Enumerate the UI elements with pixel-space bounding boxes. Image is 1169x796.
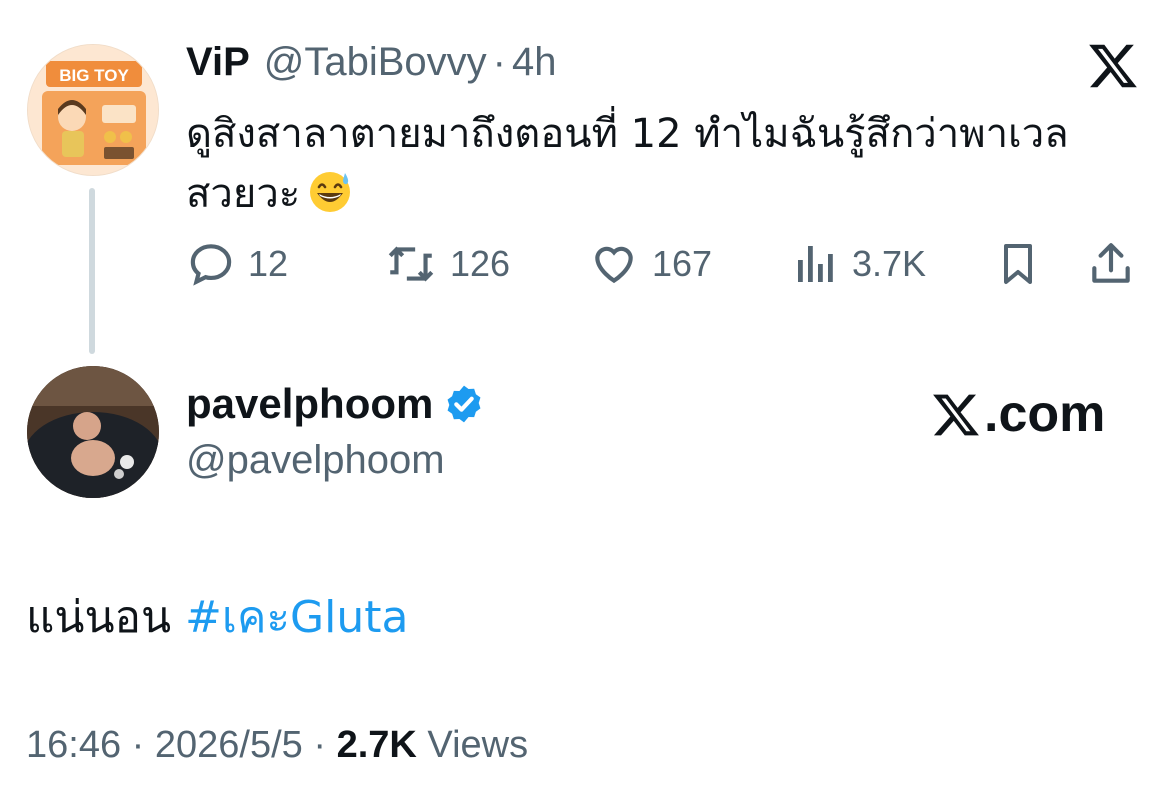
- avatar-photo: [27, 366, 159, 498]
- like-count: 167: [652, 243, 713, 284]
- view-count: 3.7K: [852, 243, 927, 284]
- repost-button[interactable]: 126: [384, 236, 510, 292]
- x-com-brand: .com: [930, 388, 1105, 440]
- analytics-bars-icon: [798, 246, 833, 282]
- parent-display-name[interactable]: ViP: [186, 40, 250, 85]
- reply-name-row: pavelphoom: [186, 380, 485, 428]
- parent-actions-bar: 12 126 167 3.7K: [186, 236, 1146, 292]
- parent-avatar[interactable]: BIG TOY: [27, 44, 159, 176]
- x-logo-large-icon: [933, 394, 979, 436]
- avatar-logo-text: BIG TOY: [59, 66, 129, 85]
- reply-button[interactable]: 12: [186, 236, 288, 292]
- tweet-date[interactable]: 2026/5/5: [155, 724, 303, 766]
- thread-connector-line: [89, 188, 95, 354]
- x-logo-icon: [1089, 44, 1137, 88]
- parent-handle[interactable]: @TabiBovvy: [264, 40, 487, 85]
- hashtag-link[interactable]: #เคะGluta: [185, 592, 408, 643]
- parent-tweet-text: ดูสิงสาลาตายมาถึงตอนที่ 12 ทำไมฉันรู้สึก…: [186, 104, 1136, 224]
- heart-icon: [595, 246, 633, 284]
- avatar-illustration: BIG TOY: [28, 45, 158, 175]
- x-com-suffix: .com: [984, 385, 1106, 443]
- reply-handle[interactable]: @pavelphoom: [186, 438, 445, 483]
- tweet-meta: 16:46 · 2026/5/5 · 2.7K Views: [26, 724, 528, 767]
- parent-tweet-header: ViP @TabiBovvy · 4h: [186, 40, 557, 90]
- meta-separator-1: ·: [131, 724, 145, 766]
- header-separator: ·: [492, 40, 506, 84]
- tweet-views-count: 2.7K: [336, 724, 417, 766]
- grinning-face-with-sweat-icon: [310, 172, 351, 212]
- share-upload-icon: [1092, 243, 1130, 283]
- reply-tweet-text: แน่นอน #เคะGluta: [26, 582, 408, 652]
- share-button[interactable]: [1086, 236, 1136, 292]
- bookmark-icon: [1004, 244, 1032, 284]
- reply-avatar[interactable]: [27, 366, 159, 498]
- reply-tweet-body: แน่นอน: [26, 592, 172, 643]
- like-button[interactable]: 167: [588, 236, 712, 292]
- meta-separator-2: ·: [313, 724, 327, 766]
- reply-count: 12: [248, 243, 289, 284]
- repost-icon: [388, 246, 434, 282]
- views-button[interactable]: 3.7K: [792, 236, 926, 292]
- reply-bubble-icon: [190, 244, 232, 286]
- tweet-views-label: Views: [427, 724, 529, 766]
- parent-timestamp[interactable]: 4h: [512, 40, 557, 85]
- bookmark-button[interactable]: [994, 236, 1042, 292]
- verified-badge-icon: [447, 385, 481, 423]
- reply-display-name[interactable]: pavelphoom: [186, 380, 433, 428]
- repost-count: 126: [450, 243, 511, 284]
- tweet-time[interactable]: 16:46: [26, 724, 121, 766]
